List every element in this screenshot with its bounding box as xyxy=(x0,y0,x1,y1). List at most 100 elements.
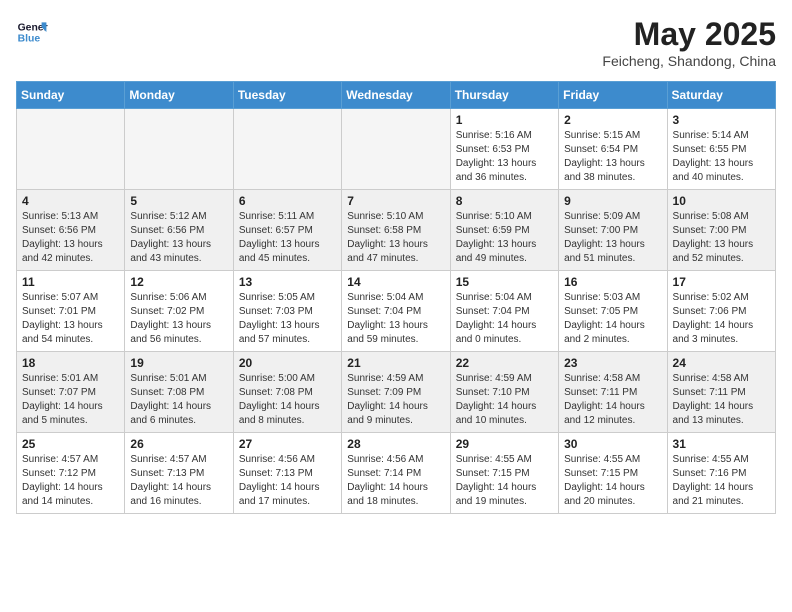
day-number: 16 xyxy=(564,275,661,289)
calendar-cell: 30 Sunrise: 4:55 AMSunset: 7:15 PMDayligh… xyxy=(559,433,667,514)
page-header: General Blue May 2025 Feicheng, Shandong… xyxy=(16,16,776,69)
day-info: Sunrise: 5:04 AMSunset: 7:04 PMDaylight:… xyxy=(456,291,553,347)
weekday-header-sunday: Sunday xyxy=(17,82,125,109)
calendar-cell: 27Sunrise: 4:56 AMSunset: 7:13 PMDayligh… xyxy=(233,433,341,514)
day-number: 28 xyxy=(347,437,444,451)
day-number: 17 xyxy=(673,275,770,289)
day-info: Sunrise: 5:10 AMSunset: 6:58 PMDaylight:… xyxy=(347,210,444,266)
day-info: Sunrise: 5:09 AMSunset: 7:00 PMDaylight:… xyxy=(564,210,661,266)
calendar-cell: 10Sunrise: 5:08 AMSunset: 7:00 PMDayligh… xyxy=(667,190,775,271)
calendar-cell xyxy=(125,109,233,190)
day-info: Sunrise: 5:14 AMSunset: 6:55 PMDaylight:… xyxy=(673,129,770,185)
day-info: Sunrise: 5:00 AMSunset: 7:08 PMDaylight:… xyxy=(239,372,336,428)
calendar-cell: 26 Sunrise: 4:57 AMSunset: 7:13 PMDayligh… xyxy=(125,433,233,514)
day-number: 11 xyxy=(22,275,119,289)
title-block: May 2025 Feicheng, Shandong, China xyxy=(602,16,776,69)
day-info: Sunrise: 4:55 AMSunset: 7:15 PMDaylight:… xyxy=(564,453,661,509)
weekday-header-row: SundayMondayTuesdayWednesdayThursdayFrid… xyxy=(17,82,776,109)
calendar-cell: 8Sunrise: 5:10 AMSunset: 6:59 PMDaylight… xyxy=(450,190,558,271)
day-info: Sunrise: 4:59 AMSunset: 7:10 PMDaylight:… xyxy=(456,372,553,428)
day-info: Sunrise: 4:58 AMSunset: 7:11 PMDaylight:… xyxy=(673,372,770,428)
day-info: Sunrise: 5:16 AMSunset: 6:53 PMDaylight:… xyxy=(456,129,553,185)
weekday-header-saturday: Saturday xyxy=(667,82,775,109)
day-info: Sunrise: 5:06 AMSunset: 7:02 PMDaylight:… xyxy=(130,291,227,347)
svg-text:Blue: Blue xyxy=(18,34,41,45)
day-info: Sunrise: 5:07 AMSunset: 7:01 PMDaylight:… xyxy=(22,291,119,347)
day-number: 7 xyxy=(347,194,444,208)
day-info: Sunrise: 5:10 AMSunset: 6:59 PMDaylight:… xyxy=(456,210,553,266)
weekday-header-friday: Friday xyxy=(559,82,667,109)
day-info: Sunrise: 5:13 AMSunset: 6:56 PMDaylight:… xyxy=(22,210,119,266)
day-info: Sunrise: 5:05 AMSunset: 7:03 PMDaylight:… xyxy=(239,291,336,347)
day-number: 4 xyxy=(22,194,119,208)
day-info: Sunrise: 5:04 AMSunset: 7:04 PMDaylight:… xyxy=(347,291,444,347)
calendar-cell: 16 Sunrise: 5:03 AMSunset: 7:05 PMDayligh… xyxy=(559,271,667,352)
calendar-cell xyxy=(233,109,341,190)
day-number: 22 xyxy=(456,356,553,370)
day-info: Sunrise: 4:56 AMSunset: 7:13 PMDaylight:… xyxy=(239,453,336,509)
calendar-cell: 11 Sunrise: 5:07 AMSunset: 7:01 PMDayligh… xyxy=(17,271,125,352)
calendar-week-4: 18Sunrise: 5:01 AMSunset: 7:07 PMDayligh… xyxy=(17,352,776,433)
weekday-header-thursday: Thursday xyxy=(450,82,558,109)
calendar-cell: 17 Sunrise: 5:02 AMSunset: 7:06 PMDayligh… xyxy=(667,271,775,352)
calendar-cell: 28Sunrise: 4:56 AMSunset: 7:14 PMDayligh… xyxy=(342,433,450,514)
calendar-week-3: 11 Sunrise: 5:07 AMSunset: 7:01 PMDayligh… xyxy=(17,271,776,352)
day-info: Sunrise: 4:58 AMSunset: 7:11 PMDaylight:… xyxy=(564,372,661,428)
calendar-week-2: 4 Sunrise: 5:13 AMSunset: 6:56 PMDaylight… xyxy=(17,190,776,271)
calendar-cell: 3 Sunrise: 5:14 AMSunset: 6:55 PMDaylight… xyxy=(667,109,775,190)
location-subtitle: Feicheng, Shandong, China xyxy=(602,53,776,69)
day-number: 26 xyxy=(130,437,227,451)
weekday-header-monday: Monday xyxy=(125,82,233,109)
day-info: Sunrise: 5:12 AMSunset: 6:56 PMDaylight:… xyxy=(130,210,227,266)
day-number: 12 xyxy=(130,275,227,289)
day-number: 5 xyxy=(130,194,227,208)
day-number: 30 xyxy=(564,437,661,451)
calendar-cell: 15 Sunrise: 5:04 AMSunset: 7:04 PMDayligh… xyxy=(450,271,558,352)
calendar-cell: 20Sunrise: 5:00 AMSunset: 7:08 PMDayligh… xyxy=(233,352,341,433)
weekday-header-tuesday: Tuesday xyxy=(233,82,341,109)
calendar-cell: 2 Sunrise: 5:15 AMSunset: 6:54 PMDaylight… xyxy=(559,109,667,190)
day-number: 9 xyxy=(564,194,661,208)
calendar-cell: 18Sunrise: 5:01 AMSunset: 7:07 PMDayligh… xyxy=(17,352,125,433)
day-number: 3 xyxy=(673,113,770,127)
calendar-cell: 13 Sunrise: 5:05 AMSunset: 7:03 PMDayligh… xyxy=(233,271,341,352)
day-info: Sunrise: 5:02 AMSunset: 7:06 PMDaylight:… xyxy=(673,291,770,347)
calendar-week-5: 25Sunrise: 4:57 AMSunset: 7:12 PMDayligh… xyxy=(17,433,776,514)
calendar-cell: 5 Sunrise: 5:12 AMSunset: 6:56 PMDaylight… xyxy=(125,190,233,271)
day-number: 19 xyxy=(130,356,227,370)
day-info: Sunrise: 5:01 AMSunset: 7:08 PMDaylight:… xyxy=(130,372,227,428)
day-info: Sunrise: 5:11 AMSunset: 6:57 PMDaylight:… xyxy=(239,210,336,266)
day-number: 29 xyxy=(456,437,553,451)
day-info: Sunrise: 4:57 AMSunset: 7:13 PMDaylight:… xyxy=(130,453,227,509)
calendar-cell: 31Sunrise: 4:55 AMSunset: 7:16 PMDayligh… xyxy=(667,433,775,514)
month-title: May 2025 xyxy=(602,16,776,53)
calendar-cell: 7 Sunrise: 5:10 AMSunset: 6:58 PMDaylight… xyxy=(342,190,450,271)
logo-icon: General Blue xyxy=(16,16,48,48)
calendar-cell: 24 Sunrise: 4:58 AMSunset: 7:11 PMDayligh… xyxy=(667,352,775,433)
day-number: 21 xyxy=(347,356,444,370)
calendar-cell: 25Sunrise: 4:57 AMSunset: 7:12 PMDayligh… xyxy=(17,433,125,514)
day-number: 2 xyxy=(564,113,661,127)
calendar-cell: 12 Sunrise: 5:06 AMSunset: 7:02 PMDayligh… xyxy=(125,271,233,352)
day-number: 23 xyxy=(564,356,661,370)
calendar-cell: 1 Sunrise: 5:16 AMSunset: 6:53 PMDaylight… xyxy=(450,109,558,190)
calendar-cell: 22 Sunrise: 4:59 AMSunset: 7:10 PMDayligh… xyxy=(450,352,558,433)
day-number: 1 xyxy=(456,113,553,127)
day-number: 15 xyxy=(456,275,553,289)
calendar-cell xyxy=(17,109,125,190)
day-info: Sunrise: 5:15 AMSunset: 6:54 PMDaylight:… xyxy=(564,129,661,185)
day-number: 14 xyxy=(347,275,444,289)
day-info: Sunrise: 5:03 AMSunset: 7:05 PMDaylight:… xyxy=(564,291,661,347)
calendar-cell: 6Sunrise: 5:11 AMSunset: 6:57 PMDaylight… xyxy=(233,190,341,271)
day-number: 24 xyxy=(673,356,770,370)
weekday-header-wednesday: Wednesday xyxy=(342,82,450,109)
day-info: Sunrise: 4:55 AMSunset: 7:16 PMDaylight:… xyxy=(673,453,770,509)
day-info: Sunrise: 5:08 AMSunset: 7:00 PMDaylight:… xyxy=(673,210,770,266)
calendar-cell: 19 Sunrise: 5:01 AMSunset: 7:08 PMDayligh… xyxy=(125,352,233,433)
day-number: 18 xyxy=(22,356,119,370)
calendar-table: SundayMondayTuesdayWednesdayThursdayFrid… xyxy=(16,81,776,514)
calendar-cell: 23 Sunrise: 4:58 AMSunset: 7:11 PMDayligh… xyxy=(559,352,667,433)
calendar-cell: 9 Sunrise: 5:09 AMSunset: 7:00 PMDaylight… xyxy=(559,190,667,271)
day-number: 13 xyxy=(239,275,336,289)
calendar-cell xyxy=(342,109,450,190)
